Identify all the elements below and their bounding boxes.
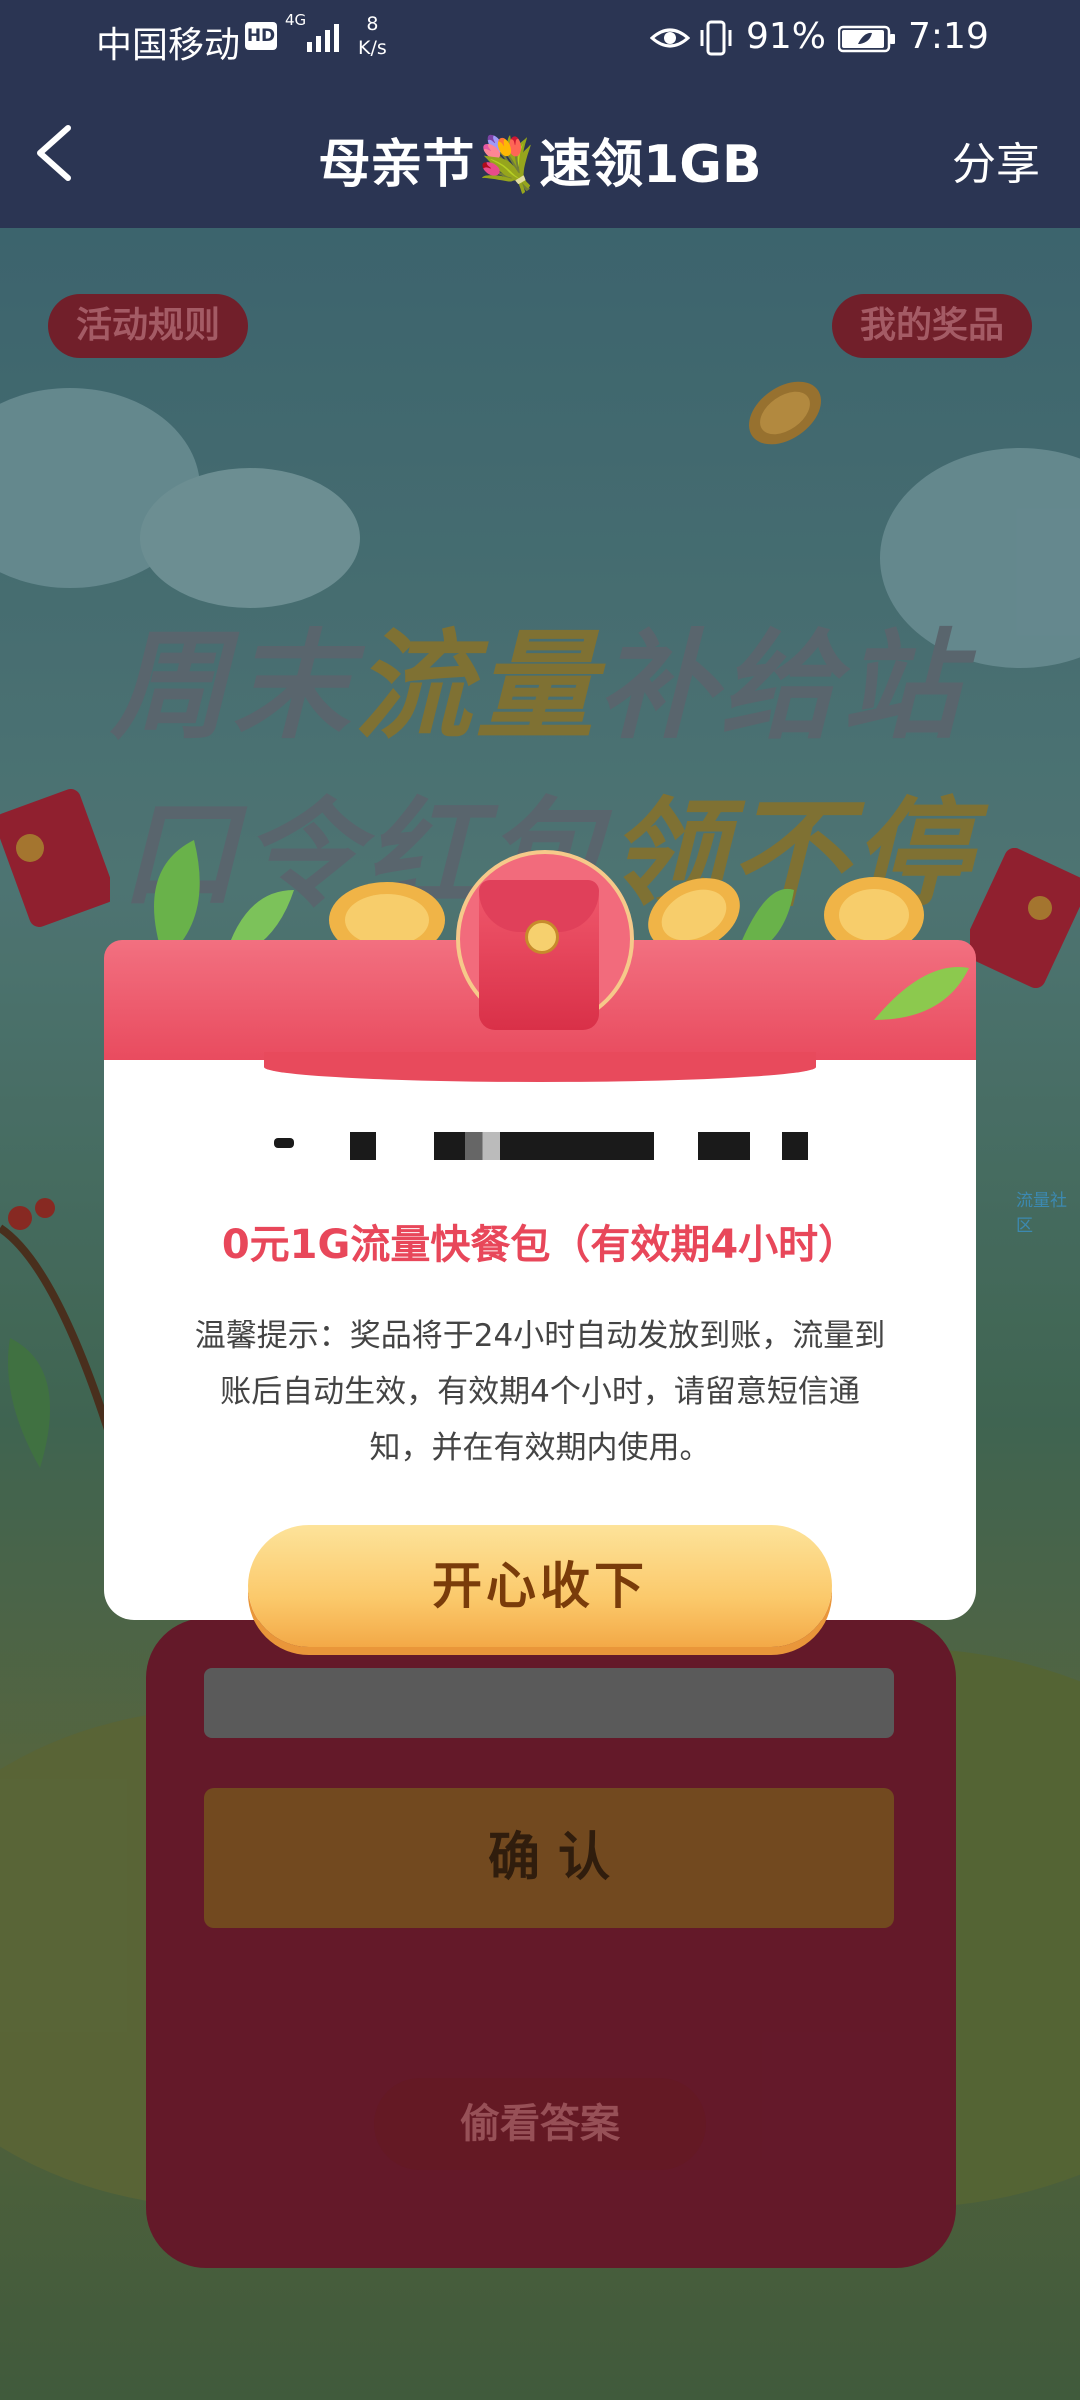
leaf-decoration — [874, 967, 969, 1020]
eye-comfort-icon — [650, 28, 690, 48]
status-bar: 中国移动 HD 4G 8 K/s 91% 7:19 — [0, 0, 1080, 78]
back-arrow-icon[interactable] — [30, 122, 80, 184]
tip-line: 知，并在有效期内使用。 — [369, 1430, 711, 1466]
speed-value: 8 — [366, 13, 379, 35]
redacted-mask — [782, 1132, 808, 1160]
redacted-mask — [434, 1132, 654, 1160]
tip-line: 账后自动生效，有效期4个小时，请留意短信通 — [220, 1374, 860, 1410]
share-button[interactable]: 分享 — [952, 128, 1040, 192]
signal-icon — [307, 24, 339, 52]
prize-tip: 温馨提示：奖品将于24小时自动发放到账，流量到 账后自动生效，有效期4个小时，请… — [154, 1308, 926, 1476]
prize-modal: 0元1G流量快餐包（有效期4小时） 温馨提示：奖品将于24小时自动发放到账，流量… — [104, 840, 976, 1680]
modal-header-curve — [264, 1052, 816, 1082]
accept-prize-button[interactable]: 开心收下 — [248, 1525, 832, 1647]
redacted-mask — [698, 1132, 750, 1160]
prize-title: 0元1G流量快餐包（有效期4小时） — [221, 1222, 859, 1268]
redacted-mask — [274, 1138, 294, 1148]
vibrate-icon — [700, 20, 732, 56]
hd-badge: HD — [245, 22, 277, 50]
tip-line: 温馨提示：奖品将于24小时自动发放到账，流量到 — [194, 1318, 886, 1354]
envelope-seal-icon — [525, 920, 559, 954]
clock: 7:19 — [908, 16, 989, 57]
battery-percent: 91% — [746, 16, 827, 57]
carrier-name: 中国移动 — [96, 25, 241, 66]
speed-unit: K/s — [358, 37, 387, 59]
network-type: 4G — [285, 11, 307, 29]
nav-bar: 母亲节💐速领1GB 分享 — [0, 78, 1080, 228]
network-speed: 8 K/s — [358, 12, 387, 60]
battery-icon — [838, 25, 895, 53]
page-title: 母亲节💐速领1GB — [318, 135, 762, 195]
redacted-mask — [350, 1132, 376, 1160]
